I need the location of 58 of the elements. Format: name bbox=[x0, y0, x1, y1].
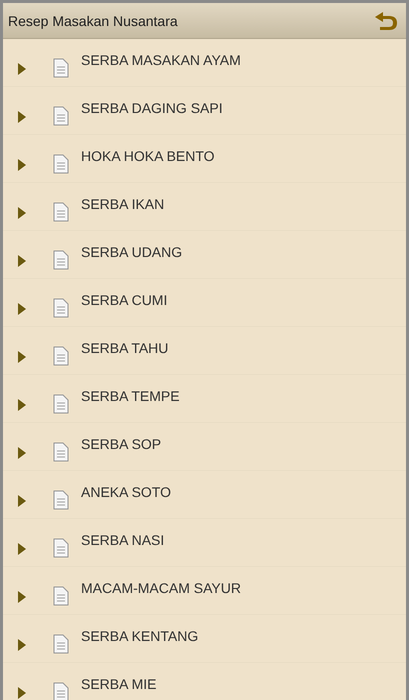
category-label: SERBA MIE bbox=[81, 676, 156, 692]
category-label: SERBA DAGING SAPI bbox=[81, 100, 223, 116]
category-item[interactable]: SERBA IKAN bbox=[3, 183, 406, 231]
category-item[interactable]: SERBA NASI bbox=[3, 519, 406, 567]
expand-arrow-icon[interactable] bbox=[18, 638, 26, 650]
document-icon bbox=[53, 58, 69, 78]
category-label: HOKA HOKA BENTO bbox=[81, 148, 215, 164]
expand-arrow-icon[interactable] bbox=[18, 446, 26, 458]
expand-arrow-icon[interactable] bbox=[18, 494, 26, 506]
category-label: SERBA KENTANG bbox=[81, 628, 198, 644]
category-label: SERBA SOP bbox=[81, 436, 162, 452]
category-label: SERBA CUMI bbox=[81, 292, 168, 308]
category-label: SERBA IKAN bbox=[81, 196, 164, 212]
category-item[interactable]: SERBA TEMPE bbox=[3, 375, 406, 423]
expand-arrow-icon[interactable] bbox=[18, 542, 26, 554]
document-icon bbox=[53, 394, 69, 414]
category-item[interactable]: SERBA TAHU bbox=[3, 327, 406, 375]
expand-arrow-icon[interactable] bbox=[18, 62, 26, 74]
category-label: MACAM-MACAM SAYUR bbox=[81, 580, 241, 596]
document-icon bbox=[53, 442, 69, 462]
document-icon bbox=[53, 490, 69, 510]
expand-arrow-icon[interactable] bbox=[18, 302, 26, 314]
document-icon bbox=[53, 106, 69, 126]
category-item[interactable]: SERBA DAGING SAPI bbox=[3, 87, 406, 135]
category-label: SERBA NASI bbox=[81, 532, 164, 548]
document-icon bbox=[53, 682, 69, 700]
document-icon bbox=[53, 586, 69, 606]
category-item[interactable]: SERBA CUMI bbox=[3, 279, 406, 327]
category-label: SERBA MASAKAN AYAM bbox=[81, 52, 241, 68]
category-label: SERBA UDANG bbox=[81, 244, 182, 260]
document-icon bbox=[53, 346, 69, 366]
expand-arrow-icon[interactable] bbox=[18, 686, 26, 698]
category-label: SERBA TAHU bbox=[81, 340, 168, 356]
category-item[interactable]: SERBA KENTANG bbox=[3, 615, 406, 663]
category-item[interactable]: SERBA MIE bbox=[3, 663, 406, 700]
app-title: Resep Masakan Nusantara bbox=[7, 12, 178, 28]
document-icon bbox=[53, 538, 69, 558]
expand-arrow-icon[interactable] bbox=[18, 158, 26, 170]
expand-arrow-icon[interactable] bbox=[18, 110, 26, 122]
category-item[interactable]: SERBA MASAKAN AYAM bbox=[3, 39, 406, 87]
document-icon bbox=[53, 298, 69, 318]
document-icon bbox=[53, 202, 69, 222]
document-icon bbox=[53, 250, 69, 270]
expand-arrow-icon[interactable] bbox=[18, 206, 26, 218]
category-label: ANEKA SOTO bbox=[81, 484, 171, 500]
document-icon bbox=[53, 154, 69, 174]
category-item[interactable]: ANEKA SOTO bbox=[3, 471, 406, 519]
expand-arrow-icon[interactable] bbox=[18, 398, 26, 410]
category-item[interactable]: SERBA UDANG bbox=[3, 231, 406, 279]
expand-arrow-icon[interactable] bbox=[18, 590, 26, 602]
back-arrow-icon bbox=[374, 10, 398, 30]
category-label: SERBA TEMPE bbox=[81, 388, 180, 404]
expand-arrow-icon[interactable] bbox=[18, 350, 26, 362]
category-item[interactable]: SERBA SOP bbox=[3, 423, 406, 471]
category-item[interactable]: HOKA HOKA BENTO bbox=[3, 135, 406, 183]
category-item[interactable]: MACAM-MACAM SAYUR bbox=[3, 567, 406, 615]
document-icon bbox=[53, 634, 69, 654]
expand-arrow-icon[interactable] bbox=[18, 254, 26, 266]
